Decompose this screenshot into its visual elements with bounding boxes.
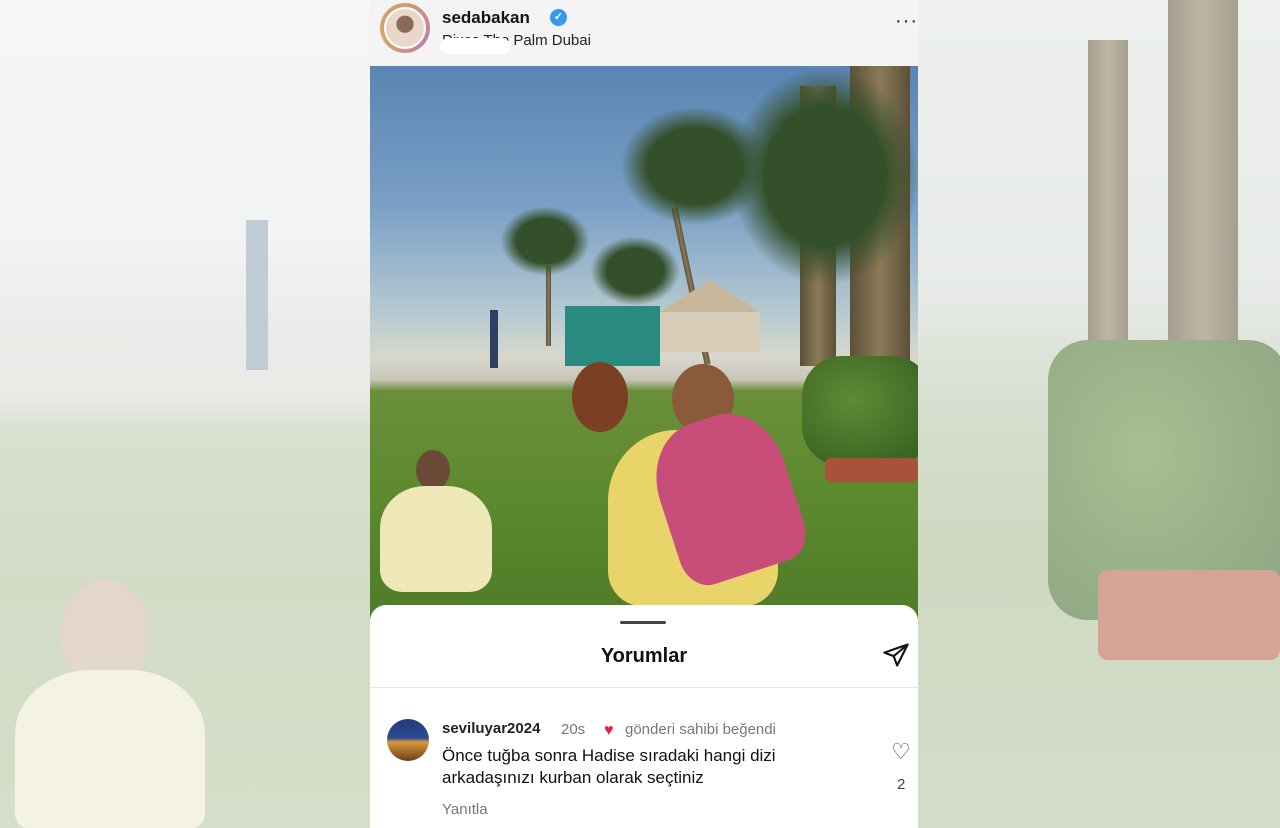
reply-button[interactable]: Yanıtla [442, 801, 488, 818]
background-right [918, 0, 1280, 828]
divider [370, 687, 918, 688]
owner-liked-label: gönderi sahibi beğendi [625, 721, 776, 738]
verified-badge-icon: ✓ [550, 9, 567, 26]
heart-icon: ♥ [604, 722, 614, 739]
comment-time: 20s [561, 721, 586, 738]
post-photo[interactable] [370, 66, 918, 626]
redaction-mark [440, 38, 510, 54]
child-left-dress [380, 486, 492, 592]
comment-text: Önce tuğba sonra Hadise sıradaki hangi d… [442, 746, 776, 787]
like-heart-icon[interactable]: ♡ [891, 739, 911, 765]
comments-sheet: Yorumlar seviluyar2024 20s ♥ gönderi sah… [370, 605, 918, 828]
commenter-username[interactable]: seviluyar2024 [442, 720, 540, 737]
send-icon[interactable] [882, 641, 910, 669]
post-header: sedabakan ✓ Rixos The Palm Dubai ··· [370, 0, 918, 66]
child-left [416, 450, 450, 490]
tent [660, 280, 760, 312]
sheet-drag-handle[interactable] [620, 621, 666, 624]
woman [572, 362, 628, 432]
instagram-post: sedabakan ✓ Rixos The Palm Dubai ··· Yor [370, 0, 918, 828]
username[interactable]: sedabakan [442, 8, 530, 28]
background-left [0, 0, 370, 828]
like-count: 2 [897, 776, 906, 793]
comments-title: Yorumlar [600, 645, 688, 667]
kiosk [565, 306, 660, 366]
more-options-icon[interactable]: ··· [895, 10, 918, 33]
commenter-avatar[interactable] [387, 719, 429, 761]
profile-avatar[interactable] [380, 3, 430, 53]
hedge [802, 356, 918, 466]
